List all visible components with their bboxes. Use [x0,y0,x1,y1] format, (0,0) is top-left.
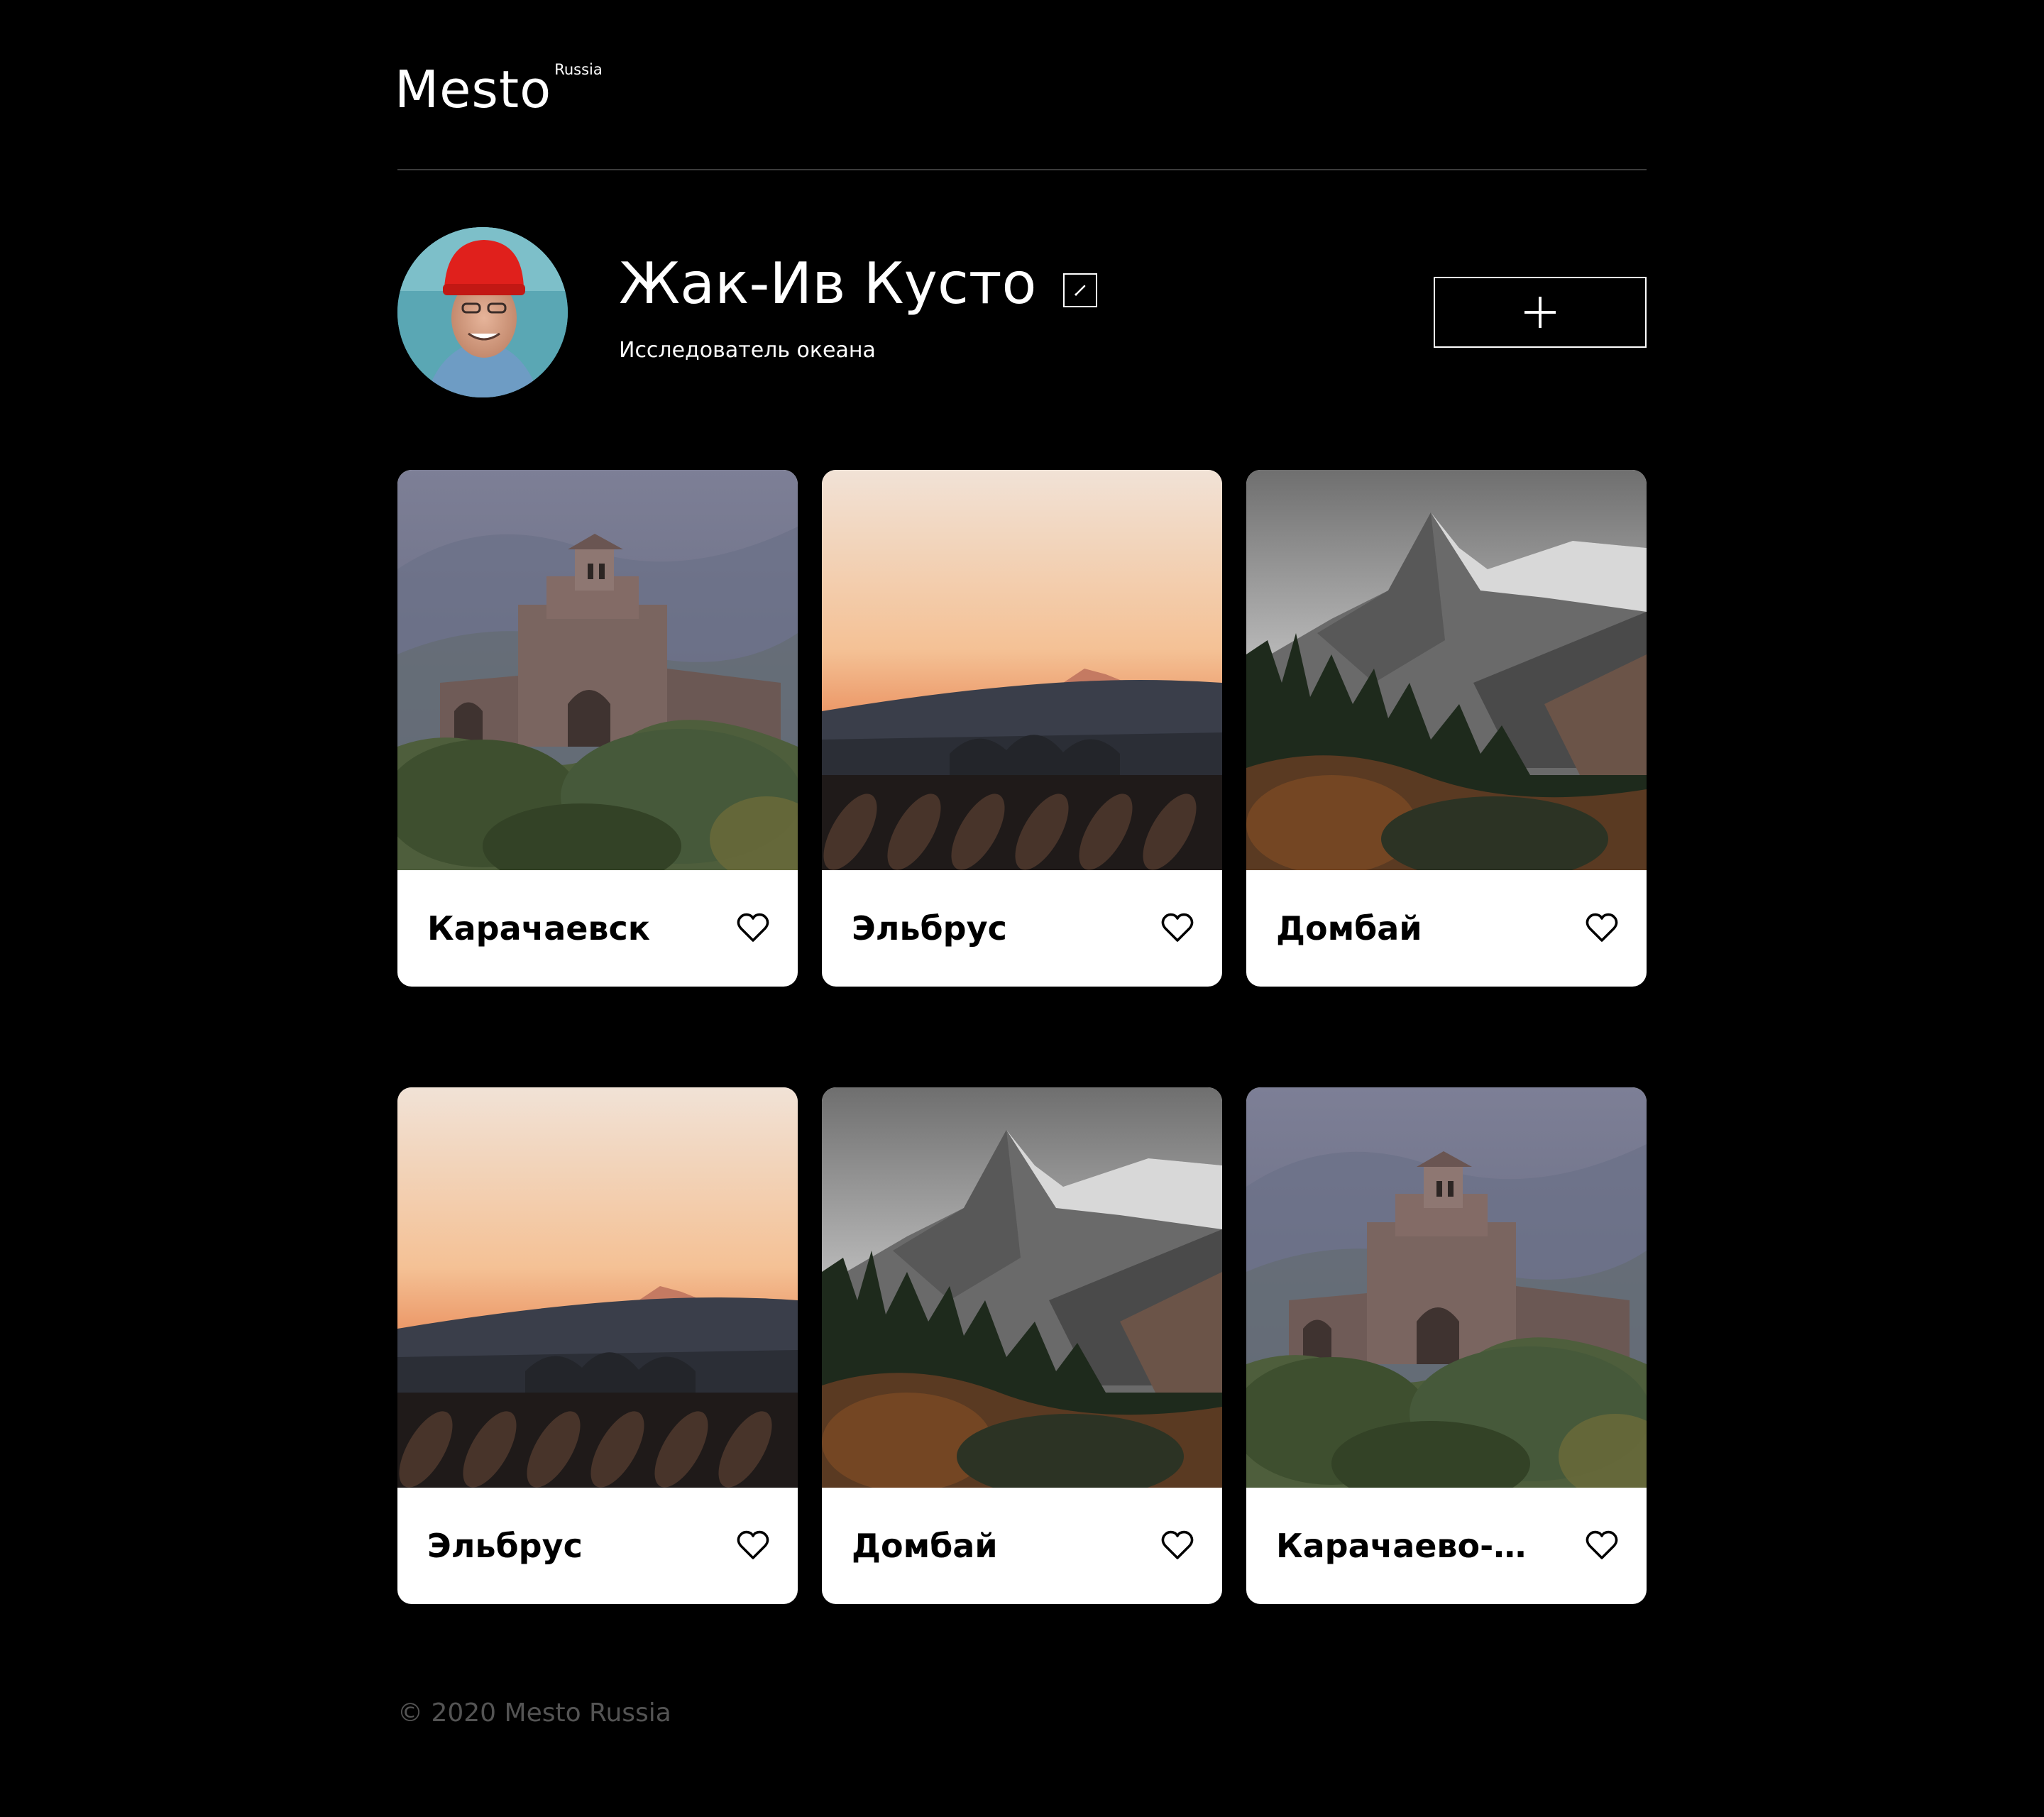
place-card: Карачаево-Черкесия [1246,1087,1647,1604]
logo[interactable]: Mesto Russia [395,58,603,121]
profile-section: Жак-Ив Кусто Исследователь океана [397,227,1647,397]
footer-copyright: © 2020 Mesto Russia [397,1698,671,1728]
place-card-title: Эльбрус [852,909,1007,948]
place-card: Эльбрус [397,1087,798,1604]
footer: © 2020 Mesto Russia [397,1698,671,1729]
avatar-image [397,227,568,397]
place-card-image[interactable] [822,1087,1222,1488]
header: Mesto Russia [395,0,1647,170]
place-card-footer: Эльбрус [397,1488,798,1604]
heart-outline-icon[interactable] [1161,1530,1194,1560]
edit-profile-button[interactable] [1063,273,1098,307]
place-card-footer: Карачаево-Черкесия [1246,1488,1647,1604]
place-card-image[interactable] [397,1087,798,1488]
avatar[interactable] [397,227,568,397]
profile-name-row: Жак-Ив Кусто [619,250,1098,318]
place-card: Домбай [1246,470,1647,987]
page-container: Mesto Russia Жак-Ив Кусто Исследователь … [395,0,1647,1728]
heart-outline-icon[interactable] [737,1530,769,1560]
logo-text: Mesto [395,60,552,119]
place-card-image[interactable] [1246,1087,1647,1488]
place-card-image[interactable] [397,470,798,870]
place-card: Эльбрус [822,470,1222,987]
place-card-image[interactable] [822,470,1222,870]
heart-outline-icon[interactable] [1586,1530,1618,1560]
logo-superscript: Russia [554,61,603,78]
place-card-title: Эльбрус [427,1527,583,1565]
place-card-title: Карачаево-Черкесия [1276,1527,1546,1565]
place-card-footer: Эльбрус [822,870,1222,987]
heart-outline-icon[interactable] [1586,913,1618,943]
profile-about: Исследователь океана [619,338,876,363]
place-card: Карачаевск [397,470,798,987]
plus-icon [1524,297,1556,328]
profile-info: Жак-Ив Кусто Исследователь океана [619,250,1098,386]
place-card-footer: Домбай [1246,870,1647,987]
page: Mesto Russia Жак-Ив Кусто Исследователь … [0,0,2044,1817]
place-card-title: Домбай [852,1527,998,1565]
place-card-footer: Домбай [822,1488,1222,1604]
place-card-title: Карачаевск [427,909,651,948]
place-card-title: Домбай [1276,909,1422,948]
heart-outline-icon[interactable] [1161,913,1194,943]
edit-pencil-icon [1075,285,1086,297]
heart-outline-icon[interactable] [737,913,769,943]
profile-name: Жак-Ив Кусто [619,251,1037,317]
place-card: Домбай [822,1087,1222,1604]
place-card-image[interactable] [1246,470,1647,870]
add-place-button[interactable] [1434,277,1647,348]
place-card-footer: Карачаевск [397,870,798,987]
